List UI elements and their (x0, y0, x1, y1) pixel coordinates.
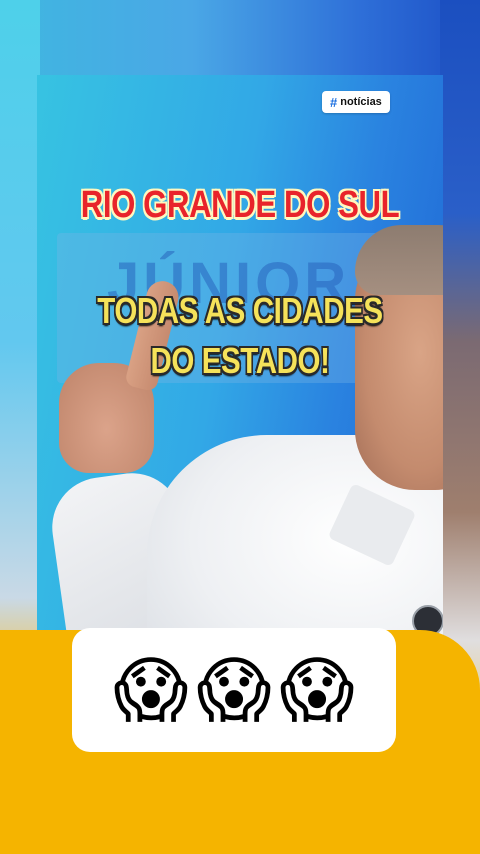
caption-title: RIO GRANDE DO SUL (80, 184, 400, 226)
scream-emoji-icon: 😱 (196, 648, 272, 732)
caption-line-2: DO ESTADO! (150, 340, 330, 381)
hashtag-icon: # (330, 94, 338, 110)
news-tag[interactable]: # notícias (322, 91, 390, 113)
scream-emoji-icon: 😱 (279, 648, 355, 732)
reaction-card: 😱 😱 😱 (72, 628, 396, 752)
news-tag-label: notícias (340, 96, 382, 108)
caption-line-1: TODAS AS CIDADES (97, 290, 383, 331)
scream-emoji-icon: 😱 (113, 648, 189, 732)
